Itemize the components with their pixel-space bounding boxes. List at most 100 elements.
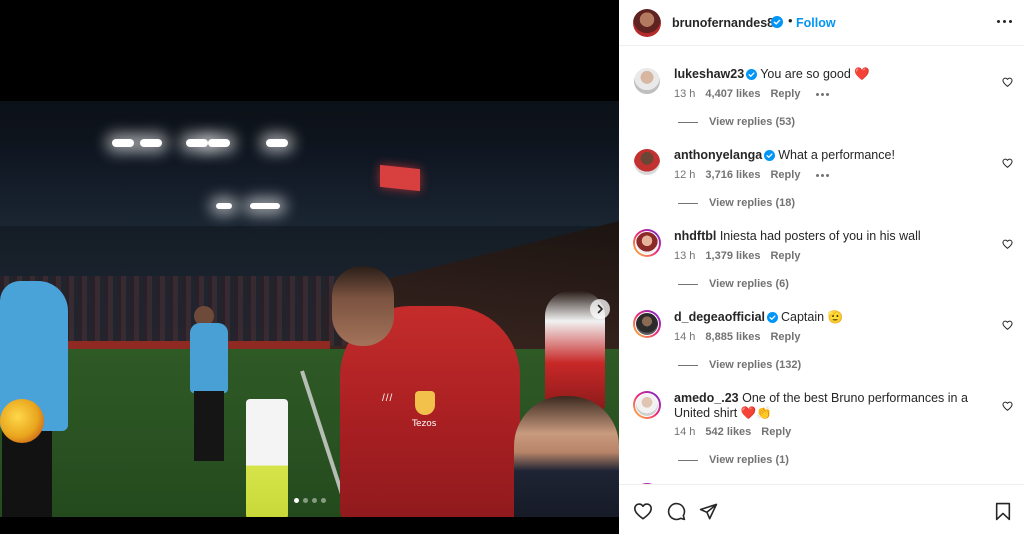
post-actions-bar — [619, 484, 1024, 534]
comment-likes[interactable]: 542 likes — [705, 426, 751, 438]
commenter-username[interactable]: d_degeaofficial — [674, 310, 765, 324]
view-replies-label[interactable]: View replies (53) — [709, 116, 795, 128]
more-options-icon[interactable] — [997, 20, 1012, 23]
post-header: brunofernandes8 • Follow — [619, 0, 1024, 46]
share-button[interactable] — [699, 502, 718, 526]
follow-button[interactable]: Follow — [796, 16, 836, 30]
header-separator: • — [788, 13, 793, 28]
replies-divider — [678, 121, 698, 123]
view-replies-button[interactable]: View replies (6) — [678, 278, 789, 290]
photo-kit-logo: /// — [382, 393, 394, 404]
view-replies-button[interactable]: View replies (1) — [678, 454, 789, 466]
comment-time: 13 h — [674, 88, 696, 100]
photo-floodlight — [140, 139, 162, 147]
verified-badge-icon — [771, 15, 783, 33]
commenter-avatar[interactable] — [633, 391, 661, 419]
comment-like-button[interactable] — [1002, 317, 1013, 335]
comment-more-icon[interactable] — [816, 173, 830, 177]
comment-more-icon[interactable] — [816, 92, 830, 96]
verified-badge-icon — [767, 312, 778, 327]
comment-button[interactable] — [667, 502, 686, 526]
view-replies-button[interactable]: View replies (132) — [678, 359, 801, 371]
photo-floodlight — [208, 139, 230, 147]
photo-referee — [194, 391, 224, 461]
photo-floodlight — [250, 203, 280, 209]
photo-floodlight — [266, 139, 288, 147]
heart-icon — [1002, 74, 1013, 91]
photo-corner-post — [246, 399, 288, 517]
photo-sponsor: Tezos — [412, 419, 437, 429]
send-icon — [699, 503, 718, 520]
replies-divider — [678, 202, 698, 204]
heart-icon — [633, 503, 652, 520]
comment-text: Captain 🫡 — [781, 310, 844, 324]
like-button[interactable] — [633, 502, 653, 525]
commenter-avatar[interactable] — [633, 67, 661, 95]
verified-badge-icon — [764, 150, 776, 165]
comment-text: You are so good ❤️ — [760, 67, 870, 81]
comment-reply-button[interactable]: Reply — [770, 331, 800, 343]
carousel-dot — [303, 498, 308, 503]
commenter-username[interactable]: nhdftbl — [674, 229, 716, 243]
comment-icon — [667, 502, 686, 521]
carousel-indicator — [294, 498, 326, 503]
photo-referee — [2, 431, 52, 517]
post-side-panel: brunofernandes8 • Follow lukeshaw23 You a… — [619, 0, 1024, 534]
comment-likes[interactable]: 3,716 likes — [705, 169, 760, 181]
carousel-dot — [321, 498, 326, 503]
photo-floodlight — [216, 203, 232, 209]
commenter-username[interactable]: anthonyelanga — [674, 148, 762, 162]
commenter-avatar[interactable] — [633, 148, 661, 176]
heart-icon — [1002, 236, 1013, 253]
commenter-username[interactable]: amedo_.23 — [674, 391, 739, 405]
carousel-dot — [294, 498, 299, 503]
comment-reply-button[interactable]: Reply — [761, 426, 791, 438]
comment-time: 12 h — [674, 169, 696, 181]
heart-icon — [1002, 155, 1013, 172]
post-media: /// Tezos — [0, 0, 619, 534]
photo-referee — [190, 323, 228, 393]
comment-text: What a performance! — [778, 148, 895, 162]
photo-main-player-head — [332, 266, 394, 346]
comment-like-button[interactable] — [1002, 155, 1013, 173]
verified-badge-icon — [746, 69, 758, 84]
comment-like-button[interactable] — [1002, 236, 1013, 254]
comment-reply-button[interactable]: Reply — [770, 250, 800, 262]
commenter-username[interactable]: lukeshaw23 — [674, 67, 744, 81]
comment-likes[interactable]: 4,407 likes — [705, 88, 760, 100]
view-replies-label[interactable]: View replies (1) — [709, 454, 789, 466]
view-replies-label[interactable]: View replies (6) — [709, 278, 789, 290]
comment-likes[interactable]: 8,885 likes — [705, 331, 760, 343]
heart-icon — [1002, 317, 1013, 334]
replies-divider — [678, 459, 698, 461]
comment-like-button[interactable] — [1002, 398, 1013, 416]
chevron-right-icon — [597, 304, 603, 314]
comments-list[interactable]: lukeshaw23 You are so good ❤️ 13 h 4,407 … — [619, 47, 1024, 484]
comment-time: 13 h — [674, 250, 696, 262]
comment-time: 14 h — [674, 426, 696, 438]
view-replies-label[interactable]: View replies (132) — [709, 359, 801, 371]
comment-reply-button[interactable]: Reply — [770, 169, 800, 181]
heart-icon — [1002, 398, 1013, 415]
photo-scoreboard — [380, 164, 420, 192]
carousel-next-button[interactable] — [590, 299, 610, 319]
replies-divider — [678, 364, 698, 366]
comment-like-button[interactable] — [1002, 74, 1013, 92]
author-username[interactable]: brunofernandes8 — [672, 16, 774, 30]
author-avatar[interactable] — [633, 9, 661, 37]
commenter-avatar[interactable] — [633, 310, 661, 338]
commenter-avatar[interactable] — [633, 229, 661, 257]
photo-club-crest — [415, 391, 435, 415]
view-replies-label[interactable]: View replies (18) — [709, 197, 795, 209]
comment-text: Iniesta had posters of you in his wall — [719, 229, 921, 243]
post-photo[interactable]: /// Tezos — [0, 101, 619, 517]
replies-divider — [678, 283, 698, 285]
photo-stand — [0, 146, 619, 226]
comment-reply-button[interactable]: Reply — [770, 88, 800, 100]
view-replies-button[interactable]: View replies (53) — [678, 116, 795, 128]
comment-likes[interactable]: 1,379 likes — [705, 250, 760, 262]
photo-ball — [0, 399, 44, 443]
view-replies-button[interactable]: View replies (18) — [678, 197, 795, 209]
bookmark-icon — [995, 502, 1011, 521]
save-button[interactable] — [995, 502, 1011, 526]
